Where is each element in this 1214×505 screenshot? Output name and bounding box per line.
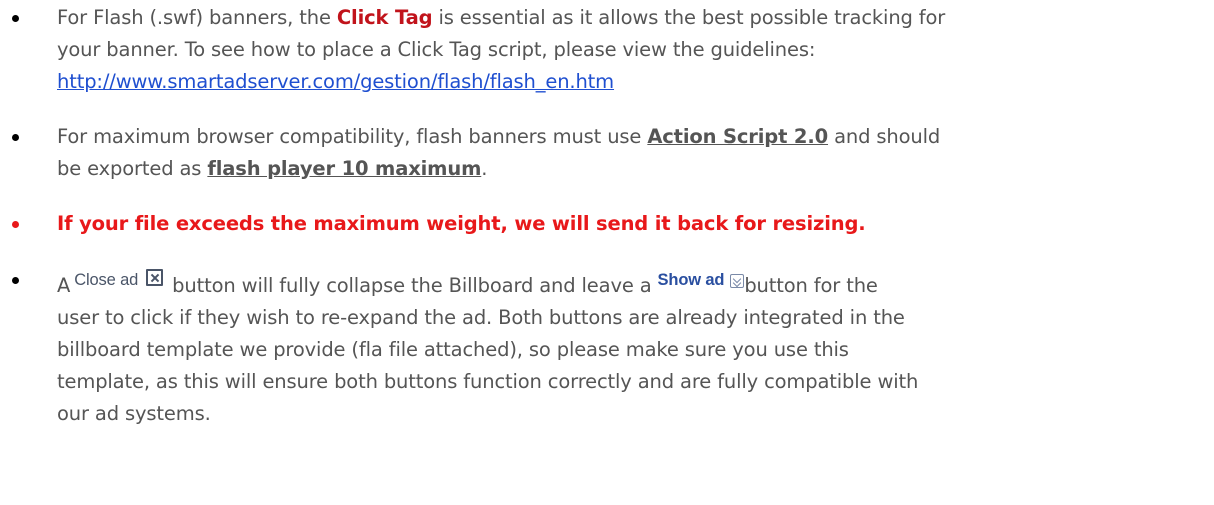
document-body: For Flash (.swf) banners, the Click Tag … xyxy=(0,0,1214,505)
text-run: . xyxy=(481,157,488,180)
expand-icon xyxy=(730,274,745,288)
text-line: be exported as flash player 10 maximum. xyxy=(57,153,1177,185)
list-item: For maximum browser compatibility, flash… xyxy=(12,121,1177,185)
text-run: and should xyxy=(828,125,941,148)
text-line: user to click if they wish to re-expand … xyxy=(57,306,905,329)
text-line: template, as this will ensure both butto… xyxy=(57,370,919,393)
text-line: For maximum browser compatibility, flash… xyxy=(57,121,1177,153)
text-line: billboard template we provide (fla file … xyxy=(57,338,849,361)
text-line: your banner. To see how to place a Click… xyxy=(57,38,816,61)
warning-text: If your file exceeds the maximum weight,… xyxy=(57,212,866,235)
text-run: is essential as it allows the best possi… xyxy=(432,6,946,29)
list-item: A Close ad button will fully collapse the… xyxy=(12,264,1177,430)
keyword-flash-player: flash player 10 maximum xyxy=(207,157,482,180)
text-run: A xyxy=(57,274,71,297)
text-run: For Flash (.swf) banners, the xyxy=(57,6,337,29)
bullet-point xyxy=(12,221,19,228)
text-line: A Close ad button will fully collapse the… xyxy=(57,264,1177,302)
show-ad-label: Show ad xyxy=(657,271,725,289)
list-item-warning: If your file exceeds the maximum weight,… xyxy=(12,208,1177,240)
text-run: For maximum browser compatibility, flash… xyxy=(57,125,648,148)
text-run: button will fully collapse the Billboard… xyxy=(166,274,652,297)
close-icon xyxy=(146,269,164,286)
text-run: button for the xyxy=(744,274,878,297)
text-line: For Flash (.swf) banners, the Click Tag … xyxy=(57,2,1177,34)
text-line: our ad systems. xyxy=(57,402,211,425)
bullet-point xyxy=(12,277,19,284)
keyword-action-script: Action Script 2.0 xyxy=(647,125,829,148)
bullet-point xyxy=(12,15,19,22)
text-run: be exported as xyxy=(57,157,208,180)
guidelines-link[interactable]: http://www.smartadserver.com/gestion/fla… xyxy=(57,70,614,93)
keyword-click-tag: Click Tag xyxy=(336,6,433,29)
bullet-point xyxy=(12,134,19,141)
list-item: For Flash (.swf) banners, the Click Tag … xyxy=(12,2,1177,98)
close-ad-label: Close ad xyxy=(74,271,139,289)
